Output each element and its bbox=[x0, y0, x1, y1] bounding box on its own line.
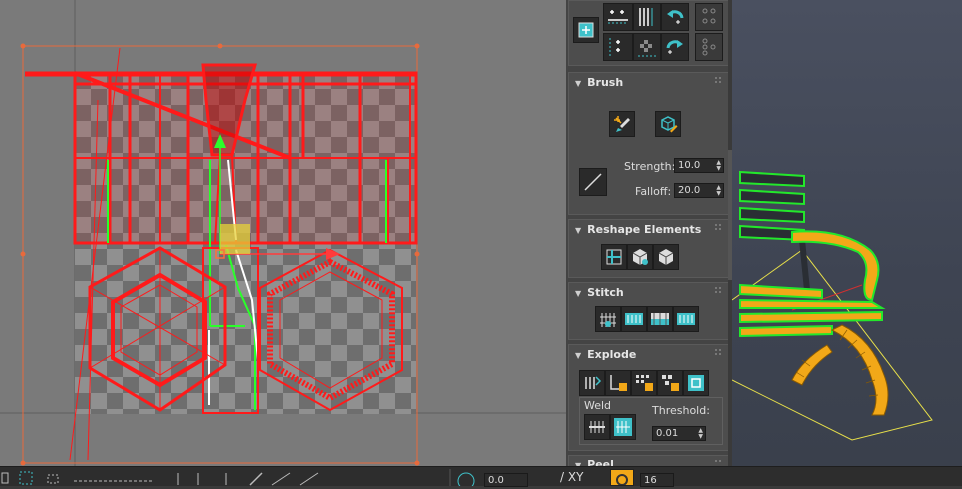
stitch-rollout: ▼ Stitch bbox=[568, 282, 730, 340]
gear-icon bbox=[616, 474, 628, 486]
strength-label: Strength: bbox=[624, 160, 676, 173]
spinner-arrows-icon: ▲ ▼ bbox=[716, 159, 721, 172]
link-tool-button[interactable] bbox=[695, 3, 723, 31]
brush-title: Brush bbox=[587, 76, 624, 89]
falloff-value: 20.0 bbox=[678, 185, 701, 196]
brush-falloff-curve-button[interactable] bbox=[579, 168, 607, 196]
grip-icon bbox=[715, 287, 723, 295]
reshape-rollout-header[interactable]: ▼ Reshape Elements bbox=[575, 223, 701, 236]
3d-viewport[interactable] bbox=[732, 0, 962, 466]
quick-planar-button[interactable] bbox=[683, 370, 709, 396]
weld-label: Weld bbox=[584, 399, 612, 412]
strength-spinner[interactable]: 10.0 ▲ ▼ bbox=[674, 158, 724, 173]
uv-editor-canvas[interactable] bbox=[0, 0, 566, 466]
snap-gear-button[interactable] bbox=[610, 469, 634, 486]
relax-settings-button[interactable] bbox=[653, 244, 679, 270]
bottom-value1: 0.0 bbox=[488, 475, 504, 486]
break-button[interactable] bbox=[579, 370, 605, 396]
grip-icon bbox=[715, 77, 723, 85]
stitch-to-target-button[interactable] bbox=[595, 306, 621, 332]
align-horizontal-button[interactable] bbox=[603, 3, 633, 31]
stitch-to-source-button[interactable] bbox=[647, 306, 673, 332]
pack-grid-button[interactable] bbox=[633, 33, 661, 61]
grip-icon bbox=[715, 349, 723, 357]
bottom-toolbar: 0.0 / XY 16 bbox=[0, 466, 962, 487]
spinner-arrows-icon: ▲ ▼ bbox=[716, 184, 721, 197]
tool-panel: ▼ Brush Strength: 10.0 ▲ ▼ Falloff: 20.0 ▲ ▼ … bbox=[566, 0, 732, 466]
grip-icon bbox=[715, 224, 723, 232]
weld-group: Weld Threshold: 0.01 ▲ ▼ bbox=[579, 397, 723, 445]
peel-rollout: ▼ Peel bbox=[568, 455, 730, 466]
xy-axis-toggle[interactable]: / XY bbox=[560, 470, 583, 484]
explode-title: Explode bbox=[587, 348, 637, 361]
collapse-triangle-icon: ▼ bbox=[575, 226, 582, 235]
brush-rollout-header[interactable]: ▼ Brush bbox=[575, 76, 623, 89]
falloff-label: Falloff: bbox=[635, 185, 672, 198]
xy-label: XY bbox=[567, 470, 584, 484]
straighten-selection-button[interactable] bbox=[601, 244, 627, 270]
explode-rollout: ▼ Explode Weld Threshold: 0.01 ▲ ▼ bbox=[568, 344, 730, 451]
space-horizontal-button[interactable] bbox=[603, 33, 633, 61]
stitch-title: Stitch bbox=[587, 286, 624, 299]
reshape-title: Reshape Elements bbox=[587, 223, 702, 236]
bottom-toolbar-icons bbox=[1, 469, 475, 486]
stitch-to-average-button[interactable] bbox=[621, 306, 647, 332]
align-vertical-button[interactable] bbox=[633, 3, 661, 31]
threshold-spinner[interactable]: 0.01 ▲ ▼ bbox=[652, 426, 706, 441]
peel-title: Peel bbox=[587, 458, 614, 466]
relax-button[interactable] bbox=[627, 244, 653, 270]
brush-rollout: ▼ Brush Strength: 10.0 ▲ ▼ Falloff: 20.0 ▲ ▼ bbox=[568, 72, 730, 215]
threshold-label: Threshold: bbox=[652, 404, 710, 417]
stroke-icon: / bbox=[560, 470, 568, 484]
falloff-spinner[interactable]: 20.0 ▲ ▼ bbox=[674, 183, 724, 198]
reshape-elements-rollout: ▼ Reshape Elements bbox=[568, 219, 730, 278]
collapse-triangle-icon: ▼ bbox=[575, 351, 582, 360]
rotate-ccw-button[interactable] bbox=[661, 3, 689, 31]
split-by-material-button[interactable] bbox=[631, 370, 657, 396]
freeform-mode-button[interactable] bbox=[573, 17, 599, 43]
strength-value: 10.0 bbox=[678, 160, 701, 171]
flatten-by-angle-button[interactable] bbox=[657, 370, 683, 396]
collapse-triangle-icon: ▼ bbox=[575, 289, 582, 298]
rotate-cw-button[interactable] bbox=[661, 33, 689, 61]
split-by-smoothing-button[interactable] bbox=[605, 370, 631, 396]
threshold-value: 0.01 bbox=[656, 428, 679, 439]
transform-tools-rollout bbox=[568, 0, 730, 66]
weld-selected-button[interactable] bbox=[584, 414, 610, 440]
uv-canvas-drawing[interactable] bbox=[0, 0, 566, 466]
bottom-value2: 16 bbox=[644, 475, 657, 486]
spinner-arrows-icon: ▲ ▼ bbox=[698, 427, 703, 440]
paint-relax-button[interactable] bbox=[609, 111, 635, 137]
stitch-custom-button[interactable] bbox=[673, 306, 699, 332]
snap-tool-button[interactable] bbox=[695, 33, 723, 61]
peel-rollout-header[interactable]: ▼ Peel bbox=[575, 458, 614, 466]
collapse-triangle-icon: ▼ bbox=[575, 79, 582, 88]
weld-target-button[interactable] bbox=[610, 414, 636, 440]
paint-cube-button[interactable] bbox=[655, 111, 681, 137]
bench-model[interactable] bbox=[732, 0, 962, 466]
stitch-rollout-header[interactable]: ▼ Stitch bbox=[575, 286, 624, 299]
explode-rollout-header[interactable]: ▼ Explode bbox=[575, 348, 636, 361]
